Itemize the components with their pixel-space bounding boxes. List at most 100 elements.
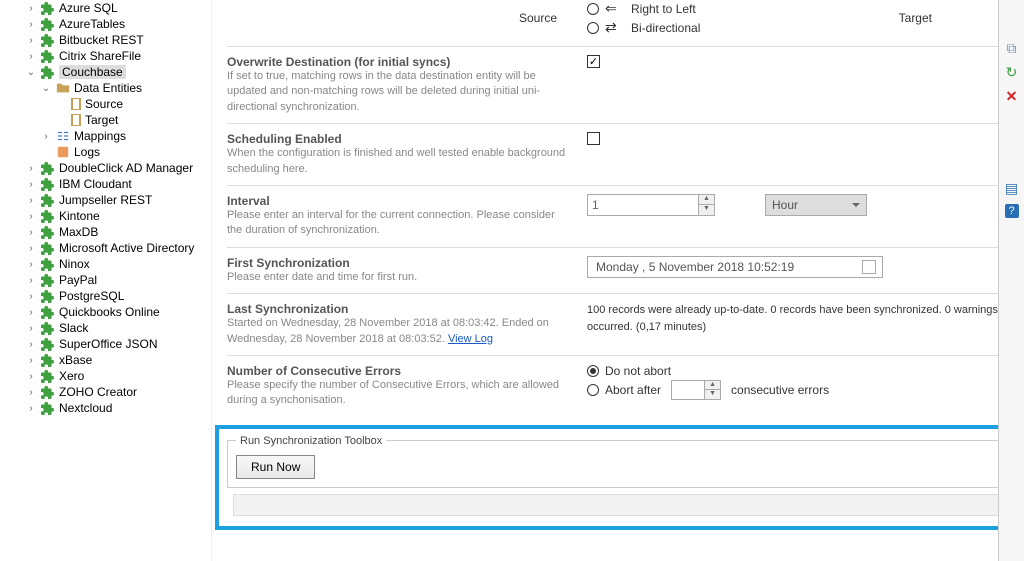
chevron-right-icon[interactable]: ›: [25, 322, 37, 334]
chevron-right-icon[interactable]: ›: [25, 162, 37, 174]
tree-label: Jumpseller REST: [59, 193, 152, 207]
puzzle-icon: [41, 353, 55, 367]
tree-item-data-entities[interactable]: ⌄Data Entities: [5, 80, 211, 96]
tree-item-logs[interactable]: Logs: [5, 144, 211, 160]
interval-value: 1: [592, 198, 599, 212]
chevron-down-icon[interactable]: ⌄: [40, 82, 52, 94]
tree-item-doubleclick-ad-manager[interactable]: ›DoubleClick AD Manager: [5, 160, 211, 176]
tree-item-ninox[interactable]: ›Ninox: [5, 256, 211, 272]
last-result: 100 records were already up-to-date. 0 r…: [587, 302, 1012, 335]
puzzle-icon: [41, 401, 55, 415]
tree-item-ibm-cloudant[interactable]: › IBM Cloudant: [5, 176, 211, 192]
chevron-right-icon[interactable]: ›: [25, 242, 37, 254]
chevron-right-icon[interactable]: ›: [25, 18, 37, 30]
tree-label: ZOHO Creator: [59, 385, 137, 399]
tree-item-source[interactable]: Source: [5, 96, 211, 112]
help-icon[interactable]: ?: [1005, 204, 1019, 218]
tree-item-maxdb[interactable]: ›MaxDB: [5, 224, 211, 240]
chevron-right-icon[interactable]: ›: [25, 34, 37, 46]
chevron-right-icon[interactable]: ›: [25, 2, 37, 14]
tree-item-microsoft-active-directory[interactable]: › Microsoft Active Directory: [5, 240, 211, 256]
overwrite-checkbox[interactable]: [587, 55, 600, 68]
chevron-right-icon[interactable]: ›: [25, 226, 37, 238]
tree-item-nextcloud[interactable]: ›Nextcloud: [5, 400, 211, 416]
toolbox-legend: Run Synchronization Toolbox: [236, 435, 386, 447]
doc-icon: [71, 114, 81, 126]
tree-item-azure-sql[interactable]: ›Azure SQL: [5, 0, 211, 16]
tree-label: Microsoft Active Directory: [59, 241, 194, 255]
tree-item-xero[interactable]: ›Xero: [5, 368, 211, 384]
tree-item-xbase[interactable]: ›xBase: [5, 352, 211, 368]
puzzle-icon: [41, 337, 55, 351]
first-desc: Please enter date and time for first run…: [227, 270, 567, 285]
interval-spinner[interactable]: ▲▼: [698, 195, 714, 215]
tree-item-quickbooks-online[interactable]: › Quickbooks Online: [5, 304, 211, 320]
right-toolbar: ⧉ ↻ ✕ ▤ ?: [998, 0, 1024, 561]
tree-item-paypal[interactable]: ›PayPal: [5, 272, 211, 288]
tree-label: Couchbase: [59, 65, 126, 79]
chevron-right-icon[interactable]: ›: [25, 338, 37, 350]
first-value: Monday , 5 November 2018 10:52:19: [596, 260, 794, 274]
delete-icon[interactable]: ✕: [1004, 88, 1020, 104]
abort-count-input[interactable]: ▲▼: [671, 380, 721, 400]
interval-title: Interval: [227, 194, 567, 208]
chevron-down-icon[interactable]: ⌄: [25, 66, 37, 78]
sched-checkbox[interactable]: [587, 132, 600, 145]
tree-item-superoffice-json[interactable]: ›SuperOffice JSON: [5, 336, 211, 352]
run-now-button[interactable]: Run Now: [236, 455, 315, 479]
tree-item-citrix-sharefile[interactable]: ›Citrix ShareFile: [5, 48, 211, 64]
interval-unit-dropdown[interactable]: Hour: [765, 194, 867, 216]
chevron-right-icon[interactable]: ›: [25, 194, 37, 206]
source-label: Source: [227, 11, 587, 25]
copy-icon[interactable]: ⧉: [1004, 40, 1020, 56]
interval-input[interactable]: 1 ▲▼: [587, 194, 715, 216]
abort-spinner[interactable]: ▲▼: [704, 381, 720, 399]
tree-item-couchbase[interactable]: ⌄ Couchbase: [5, 64, 211, 80]
first-datetime-input[interactable]: Monday , 5 November 2018 10:52:19: [587, 256, 883, 278]
tree-item-bitbucket-rest[interactable]: ›Bitbucket REST: [5, 32, 211, 48]
tree-item-kintone[interactable]: ›Kintone: [5, 208, 211, 224]
chevron-right-icon[interactable]: ›: [25, 402, 37, 414]
refresh-icon[interactable]: ↻: [1004, 64, 1020, 80]
radio-right-to-left[interactable]: [587, 3, 599, 15]
puzzle-icon: [41, 241, 55, 255]
tree-label: PostgreSQL: [59, 289, 124, 303]
chevron-right-icon[interactable]: ›: [25, 290, 37, 302]
chevron-right-icon[interactable]: ›: [25, 274, 37, 286]
last-title: Last Synchronization: [227, 302, 567, 316]
tree-item-azuretables[interactable]: ›AzureTables: [5, 16, 211, 32]
tree-item-jumpseller-rest[interactable]: › Jumpseller REST: [5, 192, 211, 208]
view-log-link[interactable]: View Log: [448, 333, 493, 345]
overwrite-desc: If set to true, matching rows in the dat…: [227, 69, 567, 115]
first-title: First Synchronization: [227, 256, 567, 270]
sidebar-tree[interactable]: ›Azure SQL›AzureTables›Bitbucket REST›Ci…: [0, 0, 212, 561]
chevron-right-icon[interactable]: ›: [25, 306, 37, 318]
chevron-right-icon[interactable]: ›: [25, 50, 37, 62]
chevron-right-icon[interactable]: ›: [25, 258, 37, 270]
tree-item-mappings[interactable]: ›Mappings: [5, 128, 211, 144]
puzzle-icon: [41, 1, 55, 15]
chevron-right-icon[interactable]: ›: [25, 210, 37, 222]
tree-label: Quickbooks Online: [59, 305, 160, 319]
puzzle-icon: [41, 321, 55, 335]
rtl-label: Right to Left: [631, 2, 696, 16]
radio-abort-after[interactable]: [587, 384, 599, 396]
sched-title: Scheduling Enabled: [227, 132, 567, 146]
chevron-right-icon[interactable]: ›: [25, 178, 37, 190]
window-icon[interactable]: ▤: [1004, 180, 1020, 196]
bi-label: Bi-directional: [631, 21, 700, 35]
tree-item-zoho-creator[interactable]: › ZOHO Creator: [5, 384, 211, 400]
radio-do-not-abort[interactable]: [587, 365, 599, 377]
chevron-right-icon[interactable]: ›: [25, 354, 37, 366]
tree-label: IBM Cloudant: [59, 177, 132, 191]
tree-item-slack[interactable]: ›Slack: [5, 320, 211, 336]
last-desc: Started on Wednesday, 28 November 2018 a…: [227, 316, 567, 347]
radio-bidirectional[interactable]: [587, 22, 599, 34]
tree-item-postgresql[interactable]: › PostgreSQL: [5, 288, 211, 304]
tree-item-target[interactable]: Target: [5, 112, 211, 128]
chevron-right-icon[interactable]: ›: [25, 370, 37, 382]
puzzle-icon: [41, 33, 55, 47]
chevron-right-icon[interactable]: ›: [25, 386, 37, 398]
puzzle-icon: [41, 289, 55, 303]
chevron-right-icon[interactable]: ›: [40, 130, 52, 142]
